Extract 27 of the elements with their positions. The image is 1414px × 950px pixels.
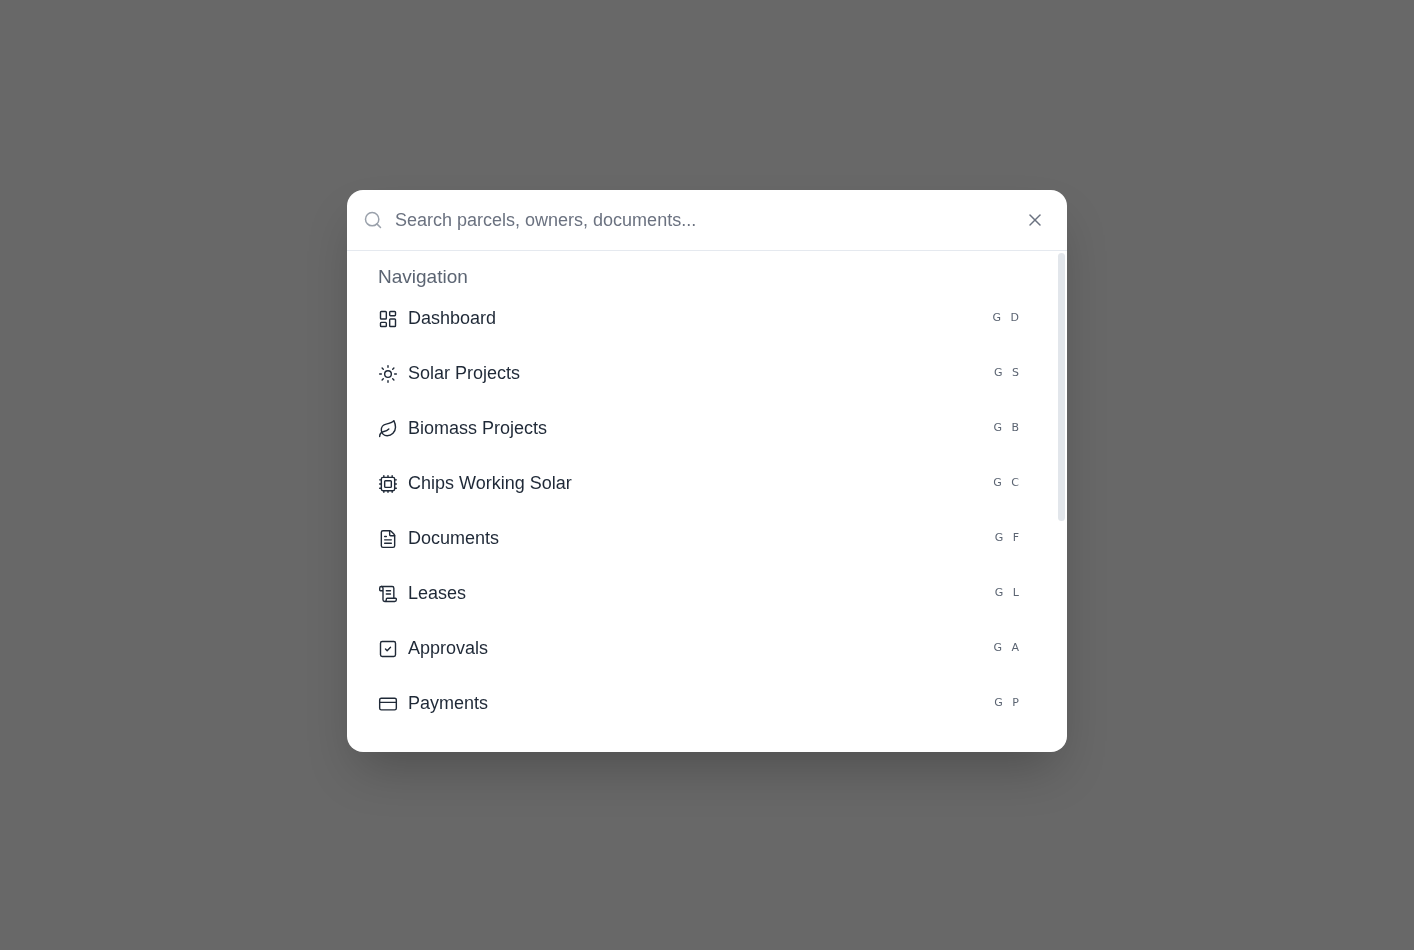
dashboard-icon xyxy=(378,308,398,329)
leaf-icon xyxy=(378,418,398,439)
shortcut-keys: G P xyxy=(994,695,1022,712)
search-icon xyxy=(363,210,383,230)
shortcut-keys: G A xyxy=(993,640,1022,657)
menu-item[interactable]: Solar Projects G S xyxy=(378,346,1022,401)
menu-item[interactable]: Chips Working Solar G C xyxy=(378,456,1022,511)
sun-icon xyxy=(378,363,398,384)
shortcut-keys: G L xyxy=(994,585,1022,602)
chip-icon xyxy=(378,473,398,494)
shortcut-keys: G C xyxy=(993,475,1022,492)
checkbox-icon xyxy=(378,638,398,659)
menu-item[interactable]: Payments G P xyxy=(378,676,1022,731)
shortcut-keys: G D xyxy=(992,310,1022,327)
shortcut-keys: G B xyxy=(993,420,1022,437)
menu-item[interactable]: Approvals G A xyxy=(378,621,1022,676)
menu-item[interactable]: Documents G F xyxy=(378,511,1022,566)
shortcut-keys: G F xyxy=(994,530,1022,547)
document-icon xyxy=(378,528,398,549)
scroll-icon xyxy=(378,583,398,604)
search-field[interactable]: Search parcels, owners, documents... xyxy=(395,206,1011,234)
menu-item[interactable]: Dashboard G D xyxy=(378,291,1022,346)
menu-item[interactable]: Biomass Projects G B xyxy=(378,401,1022,456)
menu-item[interactable]: Leases G L xyxy=(378,566,1022,621)
scrollbar-thumb[interactable] xyxy=(1058,253,1065,521)
shortcut-keys: G S xyxy=(994,365,1022,382)
section-heading: Navigation xyxy=(378,265,468,289)
